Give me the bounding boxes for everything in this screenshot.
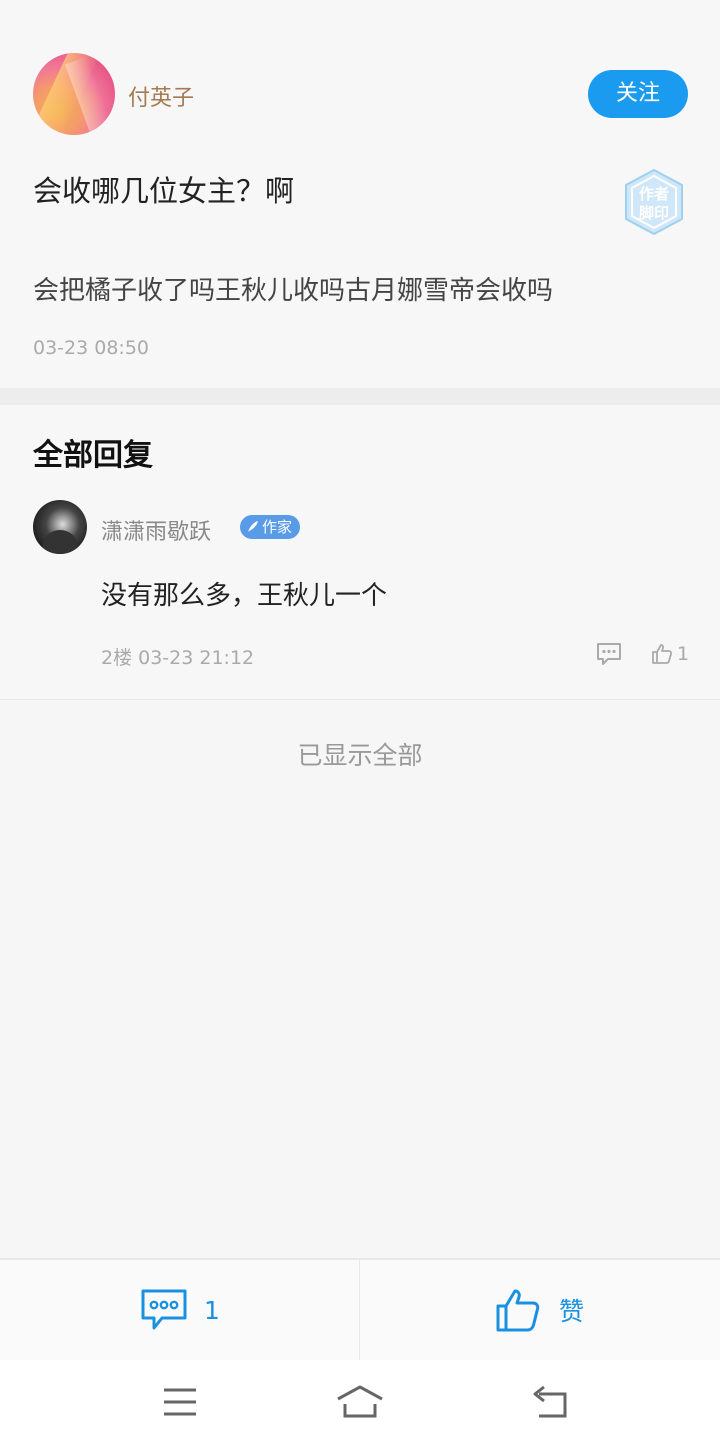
author-footprint-seal-icon: 作者 脚印 (620, 168, 688, 236)
reply-text: 没有那么多，王秋儿一个 (101, 581, 388, 611)
bottom-action-bar: 1 赞 (0, 1258, 720, 1360)
follow-button[interactable]: 关注 (588, 70, 688, 118)
menu-icon (164, 1388, 196, 1416)
reply-meta: 2楼 03-23 21:12 (101, 647, 255, 669)
replies-section: 全部回复 潇潇雨歇跃 作家 没有那么多，王秋儿一个 2楼 03-23 21:12… (0, 405, 720, 700)
home-button[interactable] (335, 1382, 385, 1422)
post-body: 会把橘子收了吗王秋儿收吗古月娜雪帝会收吗 (33, 276, 554, 306)
author-name[interactable]: 付英子 (128, 80, 194, 112)
thumbs-up-icon (496, 1289, 540, 1332)
post-header: 付英子 关注 会收哪几位女主？啊 作者 脚印 会把橘子收了吗王秋儿收吗古月娜雪帝… (0, 0, 720, 388)
reply-comment-button[interactable] (594, 639, 624, 669)
reply-like-count: 1 (677, 643, 690, 665)
all-shown-text: 已显示全部 (297, 741, 423, 770)
thumbs-up-icon (652, 644, 673, 664)
back-button[interactable] (525, 1382, 575, 1422)
replies-heading: 全部回复 (33, 438, 153, 473)
writer-badge-label: 作家 (262, 518, 293, 536)
comment-action-button[interactable]: 1 (140, 1288, 220, 1332)
like-label: 赞 (559, 1297, 585, 1326)
writer-badge: 作家 (240, 515, 301, 539)
reply-like-button[interactable]: 1 (650, 639, 689, 669)
reply-author-name[interactable]: 潇潇雨歇跃 (101, 514, 211, 546)
system-nav-bar (0, 1360, 720, 1444)
author-avatar[interactable] (33, 53, 115, 135)
back-icon (533, 1385, 567, 1418)
comment-count: 1 (204, 1295, 220, 1325)
menu-button[interactable] (155, 1382, 205, 1422)
seal-line-1: 作者 (639, 185, 669, 203)
post-title: 会收哪几位女主？啊 (33, 174, 295, 208)
comment-bubble-icon (597, 643, 621, 665)
post-time: 03-23 08:50 (33, 337, 150, 359)
quill-icon (248, 521, 258, 532)
seal-line-2: 脚印 (639, 204, 669, 222)
like-action-button[interactable]: 赞 (495, 1287, 584, 1333)
bar-divider (359, 1260, 360, 1360)
section-divider (0, 388, 720, 405)
comment-bubble-icon (141, 1289, 187, 1330)
reply-avatar[interactable] (33, 500, 87, 554)
home-icon (337, 1385, 383, 1418)
